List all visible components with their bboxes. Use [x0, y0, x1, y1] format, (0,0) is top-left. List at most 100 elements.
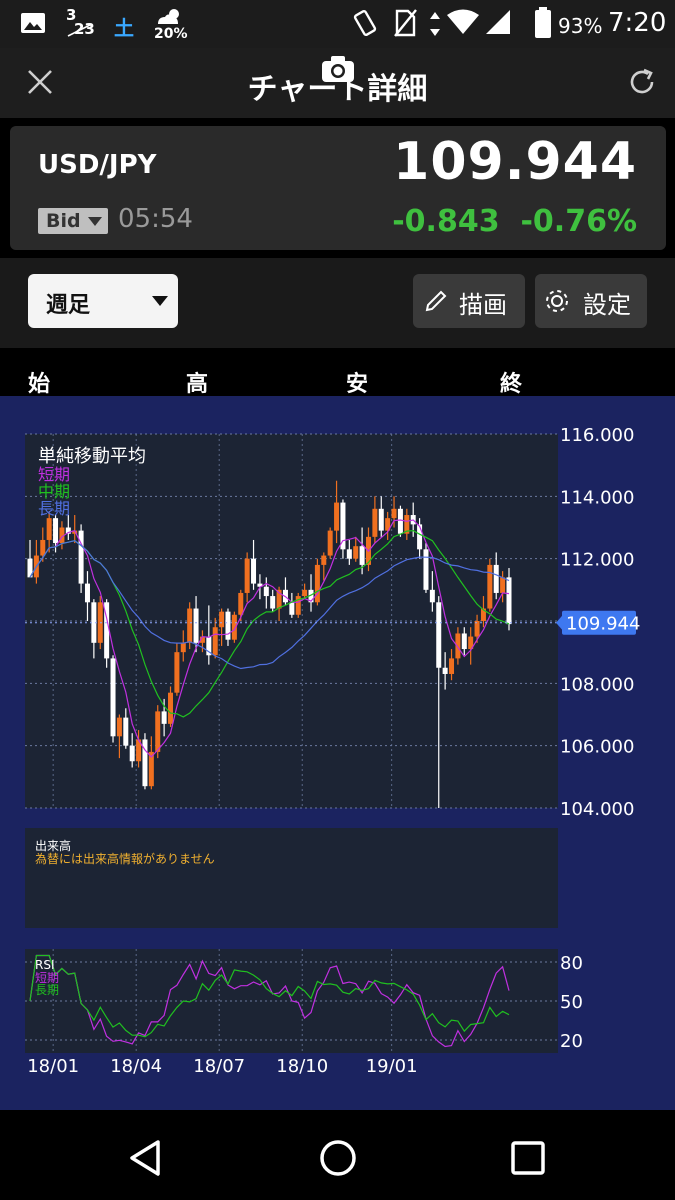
- rsi-tick-label: 20: [560, 1031, 583, 1052]
- weather-percent: 20%: [154, 26, 188, 42]
- candle-body: [449, 658, 455, 674]
- no-sim-icon: [394, 9, 417, 37]
- battery-icon: [535, 7, 551, 38]
- candle-body: [493, 564, 499, 593]
- y-tick-label: 106.000: [560, 737, 634, 758]
- home-icon[interactable]: [318, 1138, 358, 1178]
- y-tick-label: 108.000: [560, 674, 634, 695]
- candle-body: [429, 589, 435, 603]
- signal-icon: [486, 10, 510, 34]
- candle-body: [397, 508, 403, 534]
- settings-button[interactable]: 設定: [535, 274, 647, 328]
- x-tick-label: 18/07: [193, 1056, 245, 1077]
- chart-canvas[interactable]: 116.000 114.000 112.000 108.000 106.000 104.0…: [0, 396, 675, 1110]
- volume-note: 為替には出来高情報がありません: [35, 851, 215, 866]
- draw-label: 描画: [459, 291, 507, 319]
- vibrate-icon: [353, 10, 377, 36]
- candle-body: [161, 711, 167, 724]
- candle-body: [372, 508, 378, 537]
- y-tick-label: 104.000: [560, 799, 634, 820]
- rsi-legend-entry: 長期: [35, 983, 59, 997]
- data-arrows-icon: [430, 12, 440, 36]
- status-bar: 3 23 土 20% 93% 7:20: [0, 0, 675, 48]
- period-value: 週足: [46, 293, 91, 318]
- currency-pair: USD/JPY: [38, 150, 157, 180]
- candle-body: [219, 611, 225, 628]
- rsi-title: RSI: [35, 958, 55, 972]
- y-tick-label: 116.000: [560, 425, 634, 446]
- recents-icon[interactable]: [508, 1138, 548, 1178]
- candle-body: [500, 577, 506, 593]
- volume-panel: [25, 828, 558, 928]
- pencil-icon: [425, 290, 447, 312]
- candle-body: [334, 502, 340, 531]
- slash-icon: [67, 23, 93, 37]
- gear-icon: [546, 290, 568, 312]
- candle-body: [474, 621, 480, 637]
- weekday: 土: [114, 16, 134, 40]
- period-select[interactable]: 週足: [28, 274, 178, 328]
- ohlc-header: [0, 348, 675, 396]
- candle-body: [378, 508, 384, 531]
- current-price-label: 109.944: [566, 614, 640, 635]
- candle-body: [423, 549, 429, 590]
- candle-body: [270, 596, 276, 609]
- candle-body: [116, 717, 122, 737]
- rsi-tick-label: 50: [560, 992, 583, 1013]
- candle-body: [487, 564, 493, 609]
- bid-ask-selector[interactable]: Bid: [38, 208, 108, 234]
- quote-time: 05:54: [118, 204, 193, 234]
- candle-body: [40, 539, 46, 556]
- candle-body: [353, 546, 359, 559]
- camera-icon[interactable]: [320, 54, 356, 84]
- candle-body: [110, 658, 116, 737]
- settings-label: 設定: [583, 291, 631, 319]
- caret-down-icon: [88, 217, 102, 226]
- candle-body: [53, 518, 59, 544]
- image-icon: [21, 13, 45, 33]
- ohlc-open-label: 始: [28, 372, 51, 397]
- candle-body: [442, 667, 448, 674]
- candle-body: [180, 642, 186, 653]
- price-change: -0.843 -0.76%: [392, 204, 637, 239]
- volume-title: 出来高: [35, 838, 71, 853]
- candle-body: [436, 602, 442, 668]
- change-value: -0.843: [392, 204, 500, 239]
- candle-body: [193, 608, 199, 643]
- legend-entry: 長期: [38, 499, 70, 518]
- candle-body: [289, 602, 295, 615]
- x-tick-label: 18/04: [110, 1056, 162, 1077]
- caret-down-icon: [152, 296, 168, 306]
- candle-body: [506, 577, 512, 625]
- weather-icon: [158, 9, 179, 24]
- candle-body: [314, 564, 320, 603]
- back-icon[interactable]: [126, 1138, 166, 1178]
- clock: 7:20: [608, 8, 667, 38]
- candle-body: [461, 633, 467, 650]
- date-indicator: 3 23: [62, 6, 102, 42]
- candle-body: [78, 530, 84, 584]
- candle-body: [359, 546, 365, 565]
- candle-body: [251, 558, 257, 584]
- candle-body: [212, 627, 218, 656]
- candle-body: [225, 611, 231, 640]
- y-tick-label: 112.000: [560, 550, 634, 571]
- bid-label: Bid: [46, 210, 81, 232]
- battery-percent: 93%: [558, 14, 603, 38]
- change-percent: -0.76%: [520, 204, 637, 239]
- current-price: 109.944: [393, 132, 637, 192]
- wifi-icon: [447, 9, 479, 34]
- candle-body: [187, 608, 193, 643]
- x-tick-label: 19/01: [366, 1056, 418, 1077]
- candle-body: [244, 558, 250, 593]
- refresh-icon[interactable]: [626, 66, 658, 98]
- candle-body: [417, 524, 423, 550]
- ohlc-low-label: 安: [346, 372, 369, 397]
- draw-button[interactable]: 描画: [413, 274, 525, 328]
- candle-body: [346, 549, 352, 559]
- candle-body: [455, 633, 461, 659]
- rsi-tick-label: 80: [560, 953, 583, 974]
- indicator-title: 単純移動平均: [38, 446, 146, 467]
- x-tick-label: 18/10: [276, 1056, 328, 1077]
- candle-body: [123, 717, 129, 746]
